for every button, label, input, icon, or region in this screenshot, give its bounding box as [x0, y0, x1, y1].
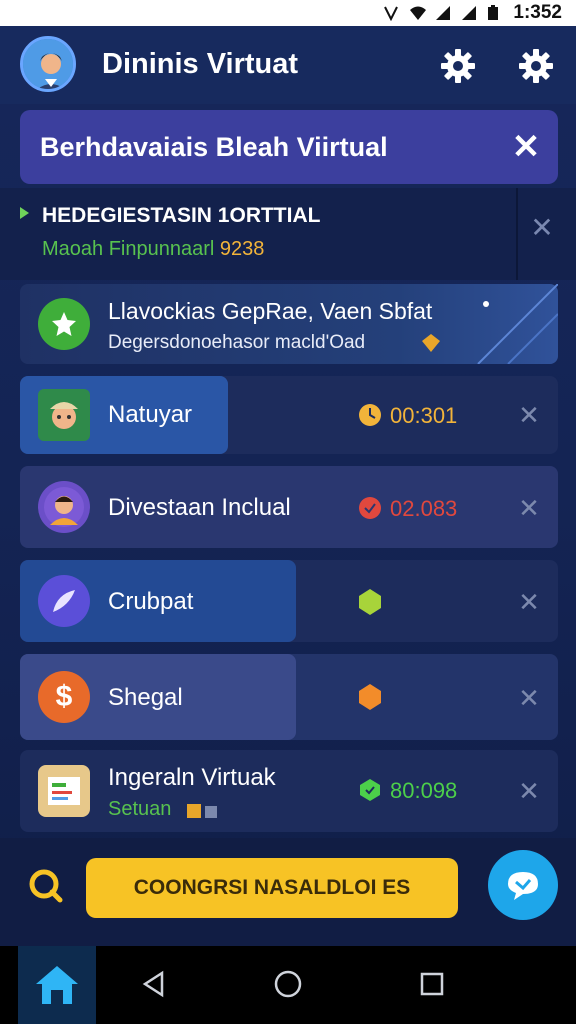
settings-button[interactable] [516, 46, 556, 86]
sparkle-decoration [477, 284, 558, 364]
status-time: 1:352 [513, 2, 562, 23]
app-title: Dininis Virtuat [102, 48, 299, 80]
item-name: Divestaan Inclual [108, 494, 291, 521]
item-name: Natuyar [108, 401, 193, 428]
item-name: Ingeraln Virtuak [108, 764, 276, 791]
item-value: 00:301 [390, 403, 458, 428]
list-item[interactable]: Natuyar 00:301 ✕ [20, 376, 558, 454]
list-item[interactable]: $ Shegal ✕ [20, 654, 558, 740]
gem-icon [420, 332, 442, 354]
search-icon [29, 869, 63, 903]
close-icon: ✕ [518, 587, 540, 617]
app-screen: Dininis Virtuat Berhdavaiais Bleah Viirt… [0, 26, 576, 946]
featured-subtitle: Degersdonoehasor macld'Oad [108, 332, 366, 353]
close-icon: ✕ [518, 493, 540, 523]
item-close-button[interactable]: ✕ [514, 683, 544, 713]
recents-button[interactable] [408, 960, 456, 1008]
item-value: 02.083 [390, 496, 458, 521]
section-subtitle-number: 9238 [219, 238, 265, 260]
item-name: Shegal [108, 684, 183, 711]
section-subtitle-text: Maoah Finpunnaarl [42, 238, 215, 260]
clock-icon [358, 403, 382, 427]
item-subtitle: Setuan [108, 798, 172, 820]
gear-icon [441, 49, 475, 83]
hat-avatar-icon [38, 389, 90, 441]
home-icon [36, 966, 78, 1004]
section-title: HEDEGIESTASIN 1ORTTIAL [42, 204, 321, 227]
badge-icon [358, 778, 382, 802]
item-close-button[interactable]: ✕ [514, 587, 544, 617]
play-arrow-icon [20, 207, 29, 219]
gem-icon [358, 588, 382, 616]
primary-cta-button[interactable]: COONGRSI NASALDLOI ES [86, 858, 458, 918]
notification-banner[interactable]: Berhdavaiais Bleah Viirtual ✕ [20, 110, 558, 184]
battery-icon [487, 5, 503, 21]
recents-icon [420, 972, 444, 996]
document-icon [38, 765, 90, 817]
section-subtitle: Maoah Finpunnaarl 9238 [42, 238, 264, 261]
feather-icon [38, 575, 90, 627]
home-tab[interactable] [18, 946, 96, 1024]
close-icon: ✕ [518, 400, 540, 430]
banner-text: Berhdavaiais Bleah Viirtual [40, 131, 388, 162]
settings-icon [519, 49, 553, 83]
item-name: Crubpat [108, 588, 194, 615]
dollar-icon: $ [38, 671, 90, 723]
gear-button[interactable] [438, 46, 478, 86]
search-button[interactable] [26, 866, 66, 906]
user-avatar-icon [38, 481, 90, 533]
close-icon: ✕ [511, 128, 541, 166]
signal2-icon [461, 5, 477, 21]
top-bar: Dininis Virtuat [0, 26, 576, 104]
featured-card[interactable]: Llavockias GepRae, Vaen Sbfat Degersdono… [20, 284, 558, 364]
wifi-icon [409, 5, 427, 21]
item-close-button[interactable]: ✕ [514, 493, 544, 523]
section-close-button[interactable]: ✕ [526, 212, 558, 244]
gift-icon [186, 800, 220, 820]
nfc-icon [383, 5, 399, 22]
shield-icon [358, 496, 382, 520]
list-item[interactable]: Ingeraln Virtuak Setuan 80:098 ✕ [20, 750, 558, 832]
list-item[interactable]: Divestaan Inclual 02.083 ✕ [20, 466, 558, 548]
divider [516, 188, 518, 280]
gem-icon [358, 683, 382, 711]
featured-title: Llavockias GepRae, Vaen Sbfat [108, 298, 433, 324]
chat-fab-button[interactable] [488, 850, 558, 920]
item-value: 80:098 [390, 778, 458, 803]
close-icon: ✕ [530, 212, 554, 243]
signal-icon [435, 5, 451, 21]
home-button[interactable] [264, 960, 312, 1008]
list-item[interactable]: Crubpat ✕ [20, 560, 558, 642]
close-icon: ✕ [518, 776, 540, 806]
close-icon: ✕ [518, 683, 540, 713]
item-close-button[interactable]: ✕ [514, 400, 544, 430]
back-icon [142, 970, 164, 998]
status-bar: 1:352 [0, 0, 576, 26]
avatar[interactable] [20, 36, 76, 92]
circle-home-icon [274, 970, 302, 998]
banner-close-button[interactable]: ✕ [506, 127, 546, 167]
item-close-button[interactable]: ✕ [514, 776, 544, 806]
back-button[interactable] [130, 960, 178, 1008]
chat-icon [508, 872, 538, 900]
section-header [0, 188, 576, 280]
star-badge-icon [38, 298, 90, 350]
